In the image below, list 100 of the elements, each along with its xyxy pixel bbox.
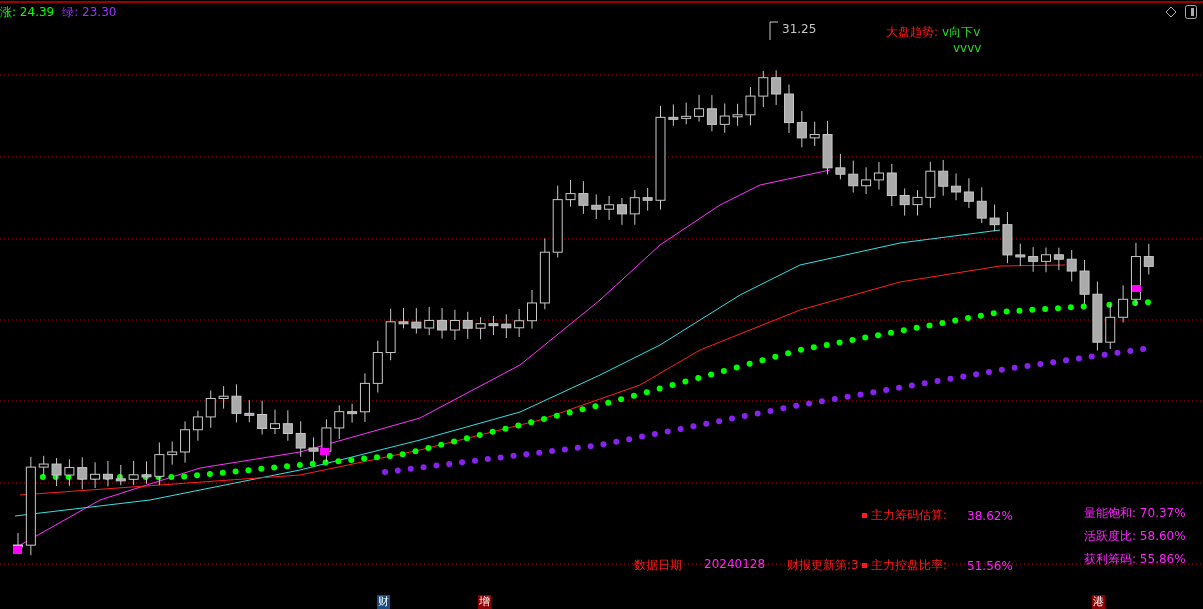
candlestick [745,86,756,126]
candlestick [976,186,987,224]
candlestick [1066,249,1077,283]
candlestick [257,400,268,435]
candlestick [848,160,859,194]
peak-price-label: 31.25 [782,22,817,36]
candlestick [372,340,383,393]
candlestick [938,159,949,197]
candlestick [706,94,717,132]
candlestick [642,187,653,212]
candlestick [1015,243,1026,267]
candlestick [141,461,152,485]
candlestick [912,189,923,217]
candlestick [205,389,216,429]
signal-marker [13,546,22,554]
candlestick [38,455,49,479]
candlestick [424,306,435,336]
candlestick [282,409,293,442]
trend-label: 大盘趋势: [886,24,939,41]
candlestick [77,456,88,490]
candlestick [963,177,974,209]
signal-marker [1132,285,1141,292]
candlestick [629,189,640,226]
candlestick [732,103,743,127]
stat-label: 主力控盘比率: [871,557,948,574]
candlestick [565,179,576,208]
candlestick [449,309,460,341]
legend-value: 涨: 24.39 [0,4,55,21]
candlestick [102,460,113,487]
trend-marks: vvvv [953,41,982,55]
candlestick [244,399,255,423]
date-value: 20240128 [704,557,766,573]
diamond-icon[interactable] [1165,6,1177,18]
candlestick [295,420,306,458]
candlestick [925,161,936,209]
candlestick [51,457,62,487]
candlestick [321,418,332,463]
candlestick [385,308,396,361]
stat-label: 主力筹码估算: [871,507,948,524]
candlestick [437,307,448,340]
candlestick [167,441,178,466]
candlestick [771,69,782,106]
candlestick [989,203,1000,232]
candlestick [90,461,101,489]
report-update-text: 财报更新第:3 [787,557,859,574]
candlestick [604,195,615,221]
candlestick [719,103,730,134]
legend-value: 绿: 23.30 [62,4,117,21]
candlestick [873,161,884,190]
stat-text: 获利筹码: 55.86% [1084,551,1186,568]
trend-value: v向下v [942,24,981,41]
candlestick [231,383,242,423]
candlestick [488,315,499,336]
candlestick [758,70,769,108]
stat-value: 38.62% [967,508,1013,523]
candlestick [668,103,679,127]
candlestick [578,180,589,215]
candlestick [1143,243,1154,275]
signal-marker [320,448,329,455]
panel-toggle-icon[interactable] [1185,5,1197,19]
event-badge[interactable]: 财 [377,595,390,609]
candlestick [796,110,807,148]
stat-text: 量能饱和: 70.37% [1084,505,1186,522]
candlestick [809,121,820,147]
candlestick [411,307,422,335]
event-badge[interactable]: 港 [1092,595,1105,609]
candlestick [1028,246,1039,273]
stat-value: 51.56% [967,558,1013,573]
candlestick [591,193,602,220]
candlestick [180,420,191,464]
candlestick [1092,281,1103,351]
candlestick [861,166,872,195]
candlestick [398,307,409,329]
candlestick [128,460,139,486]
candlestick [462,311,473,340]
candlestick [154,442,165,486]
candlestick [1002,211,1013,264]
stat-text: 活跃度比: 58.60% [1084,528,1186,545]
candlestick [784,83,794,134]
candlestick [475,316,486,340]
candlestick [951,172,962,201]
candlestick [835,153,846,180]
bullet-icon [862,513,867,518]
candlestick [334,404,345,440]
candlestick [514,308,525,338]
candlestick [501,313,512,339]
candlestick [1041,247,1051,273]
date-label: 数据日期 [634,557,682,574]
candlestick [681,102,692,125]
candlestick [527,289,537,330]
candlestick [694,94,705,123]
candlestick [308,436,319,462]
candlestick [1053,247,1064,271]
candlestick [115,464,126,486]
candlestick [616,197,627,226]
candlestick [64,458,75,487]
candlestick [270,409,280,435]
candlestick [218,385,229,410]
event-badge[interactable]: 增 [478,595,491,609]
candlestick [1079,259,1090,305]
